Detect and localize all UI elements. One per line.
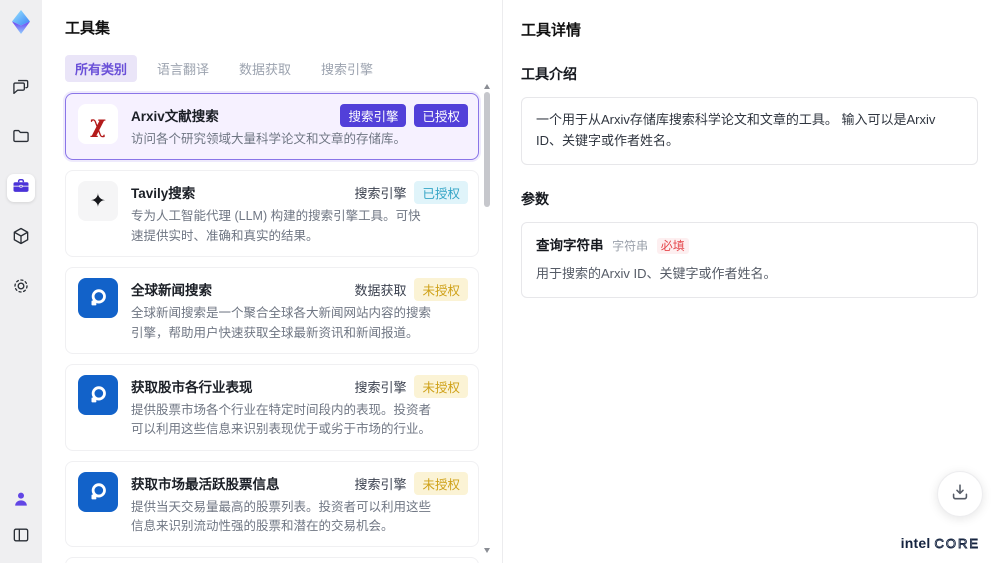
gear-icon [11, 276, 31, 301]
tab-data-fetch[interactable]: 数据获取 [229, 55, 301, 82]
tool-card-list: χ Arxiv文献搜索 访问各个研究领域大量科学论文和文章的存储库。 搜索引擎 … [65, 93, 479, 563]
category-label: 搜索引擎 [354, 186, 407, 202]
tool-card-regional-news[interactable]: 万维地区新闻查询 查询具体行政区划内的新闻，快速了解各地新闻动 搜索引擎 未授权 [65, 557, 479, 563]
status-badge: 未授权 [414, 374, 468, 398]
sidebar-item-toolbox[interactable] [7, 174, 35, 202]
category-tabs: 所有类别 语言翻译 数据获取 搜索引擎 [65, 55, 502, 82]
tab-search-engine[interactable]: 搜索引擎 [311, 55, 383, 82]
intel-core-logo: intel CORE [900, 535, 980, 551]
tool-description: 访问各个研究领域大量科学论文和文章的存储库。 [131, 132, 407, 146]
sidebar-item-packages[interactable] [7, 224, 35, 252]
tab-language-translation[interactable]: 语言翻译 [147, 55, 219, 82]
intro-section-title: 工具介绍 [521, 66, 577, 82]
category-label: 搜索引擎 [354, 379, 407, 395]
page-title: 工具集 [65, 20, 111, 37]
scrollbar-up-arrow[interactable] [484, 84, 490, 89]
params-section-title: 参数 [521, 190, 549, 207]
tab-all-categories[interactable]: 所有类别 [65, 55, 138, 82]
download-button[interactable] [937, 471, 983, 517]
sidebar-item-chat[interactable] [7, 74, 35, 102]
user-avatar[interactable] [7, 485, 35, 513]
tavily-icon: ✦ [78, 181, 118, 222]
param-description: 用于搜索的Arxiv ID、关键字或作者姓名。 [536, 266, 777, 282]
tool-detail-panel: 工具详情 工具介绍 一个用于从Arxiv存储库搜索科学论文和文章的工具。 输入可… [502, 0, 1000, 563]
tool-description: 专为人工智能代理 (LLM) 构建的搜索引擎工具。可快速提供实时、准确和真实的结… [131, 209, 421, 243]
scrollbar-down-arrow[interactable] [484, 548, 490, 553]
param-required-badge: 必填 [656, 237, 689, 254]
tool-card-arxiv[interactable]: χ Arxiv文献搜索 访问各个研究领域大量科学论文和文章的存储库。 搜索引擎 … [65, 93, 479, 161]
status-badge: 已授权 [414, 104, 468, 127]
app-logo-icon [7, 8, 35, 36]
tool-card-most-active-stocks[interactable]: 获取市场最活跃股票信息 提供当天交易量最高的股票列表。投资者可以利用这些信息来识… [65, 460, 479, 548]
status-badge: 未授权 [414, 278, 468, 302]
tool-description: 提供股票市场各个行业在特定时间段内的表现。投资者可以利用这些信息来识别表现优于或… [131, 402, 432, 437]
scrollbar-thumb[interactable] [484, 92, 490, 207]
status-badge: 未授权 [414, 471, 468, 495]
folder-icon [11, 126, 31, 151]
panel-layout-icon [11, 525, 31, 550]
cube-icon [11, 226, 31, 251]
param-name: 查询字符串 [536, 237, 604, 253]
tool-card-global-news[interactable]: 全球新闻搜索 全球新闻搜索是一个聚合全球各大新闻网站内容的搜索引擎，帮助用户快速… [65, 267, 479, 354]
detail-title: 工具详情 [521, 22, 582, 39]
icon-sidebar [0, 0, 42, 563]
app-window: 工具集 所有类别 语言翻译 数据获取 搜索引擎 χ Arxiv文献搜索 访问各个… [0, 0, 1000, 563]
download-icon [949, 481, 971, 508]
news-search-icon [78, 278, 118, 319]
tool-description: 提供当天交易量最高的股票列表。投资者可以利用这些信息来识别流动性强的股票和潜在的… [131, 499, 432, 533]
category-label: 数据获取 [354, 283, 407, 299]
param-type: 字符串 [612, 238, 649, 253]
tool-description: 全球新闻搜索是一个聚合全球各大新闻网站内容的搜索引擎，帮助用户快速获取全球最新资… [131, 306, 432, 340]
sidebar-item-settings[interactable] [7, 274, 35, 302]
arxiv-icon: χ [78, 104, 118, 144]
collapse-panel-button[interactable] [7, 523, 35, 551]
tool-card-tavily[interactable]: ✦ Tavily搜索 专为人工智能代理 (LLM) 构建的搜索引擎工具。可快速提… [65, 170, 479, 258]
sidebar-bottom [7, 485, 35, 551]
sidebar-item-files[interactable] [7, 124, 35, 152]
category-badge: 搜索引擎 [340, 104, 407, 127]
active-stocks-icon [78, 471, 118, 512]
toolbox-icon [11, 176, 31, 201]
list-scrollbar[interactable] [483, 84, 491, 553]
status-badge: 已授权 [414, 181, 468, 205]
tool-list-panel: 工具集 所有类别 语言翻译 数据获取 搜索引擎 χ Arxiv文献搜索 访问各个… [42, 0, 502, 563]
chat-icon [11, 76, 31, 101]
parameter-box: 查询字符串 字符串 必填 用于搜索的Arxiv ID、关键字或作者姓名。 [521, 221, 978, 299]
sidebar-nav [7, 74, 35, 302]
tool-intro-box: 一个用于从Arxiv存储库搜索科学论文和文章的工具。 输入可以是Arxiv ID… [521, 97, 978, 165]
tool-card-sector-performance[interactable]: 获取股市各行业表现 提供股票市场各个行业在特定时间段内的表现。投资者可以利用这些… [65, 363, 479, 451]
category-label: 搜索引擎 [354, 476, 407, 492]
stock-sector-icon [78, 374, 118, 415]
